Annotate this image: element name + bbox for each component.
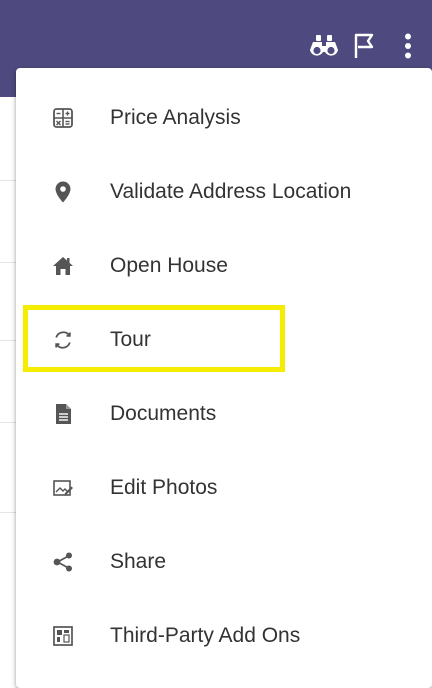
menu-item-label: Tour [110, 328, 151, 351]
actions-menu: Price Analysis Validate Address Location… [16, 68, 432, 688]
menu-item-label: Documents [110, 402, 217, 425]
menu-item-edit-photos[interactable]: Edit Photos [16, 451, 432, 525]
more-vert-icon[interactable] [384, 26, 432, 66]
menu-item-share[interactable]: Share [16, 525, 432, 599]
menu-item-tour[interactable]: Tour [16, 303, 432, 377]
binoculars-icon[interactable] [304, 26, 344, 66]
menu-item-label: Open House [110, 254, 228, 277]
menu-list: Price Analysis Validate Address Location… [16, 81, 432, 673]
map-pin-icon [52, 181, 74, 203]
background-divider [0, 422, 16, 423]
background-divider [0, 262, 16, 263]
background-divider [0, 340, 16, 341]
menu-item-open-house[interactable]: Open House [16, 229, 432, 303]
background-divider [0, 180, 16, 181]
refresh-icon [52, 329, 74, 351]
menu-item-validate-address-location[interactable]: Validate Address Location [16, 155, 432, 229]
flag-icon[interactable] [344, 26, 384, 66]
background-divider [0, 512, 16, 513]
menu-item-label: Share [110, 550, 167, 573]
menu-item-price-analysis[interactable]: Price Analysis [16, 81, 432, 155]
house-icon [52, 255, 74, 277]
calculator-icon [52, 107, 74, 129]
menu-item-label: Third-Party Add Ons [110, 624, 301, 647]
menu-item-label: Price Analysis [110, 106, 241, 129]
menu-item-label: Edit Photos [110, 476, 218, 499]
menu-item-label: Validate Address Location [110, 180, 352, 203]
share-icon [52, 551, 74, 573]
dashboard-icon [52, 625, 74, 647]
header-actions [304, 26, 432, 66]
menu-item-documents[interactable]: Documents [16, 377, 432, 451]
menu-item-third-party-add-ons[interactable]: Third-Party Add Ons [16, 599, 432, 673]
document-icon [52, 403, 74, 425]
edit-photo-icon [52, 477, 74, 499]
